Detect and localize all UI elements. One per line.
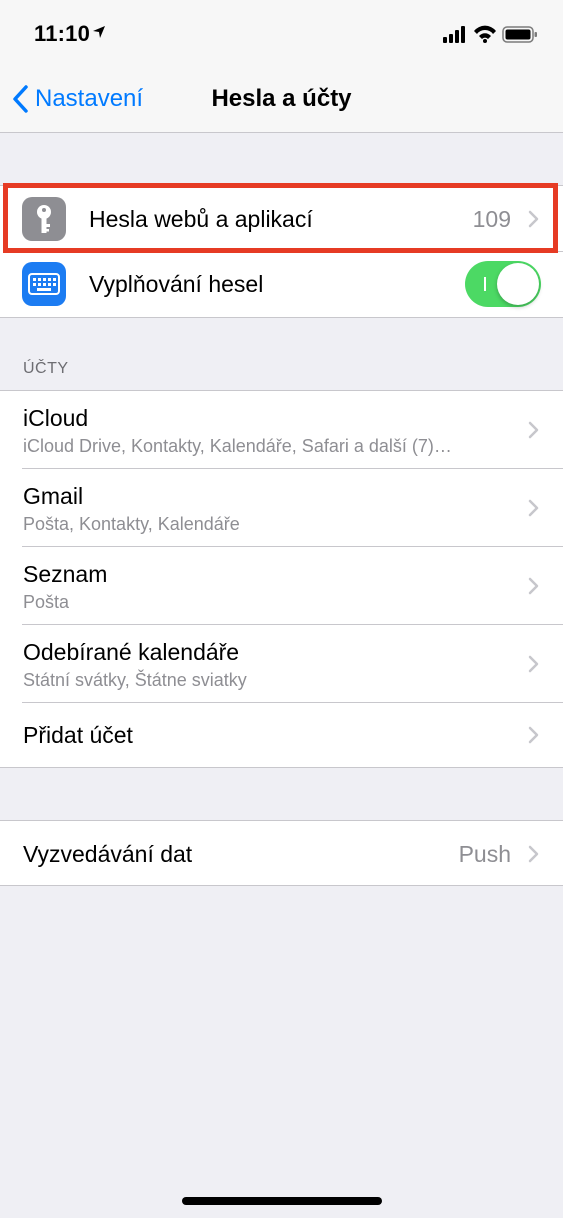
fetch-data-row[interactable]: Vyzvedávání dat Push [0, 821, 563, 885]
status-icons [443, 24, 539, 49]
keyboard-icon [22, 262, 66, 306]
account-detail: Státní svátky, Štátne sviatky [23, 670, 247, 690]
account-row-seznam[interactable]: Seznam Pošta [0, 547, 563, 625]
autofill-label: Vyplňování hesel [89, 271, 264, 297]
account-name: Seznam [23, 561, 108, 587]
account-name: Odebírané kalendáře [23, 639, 240, 665]
accounts-section-header: ÚČTY [23, 360, 69, 377]
chevron-right-icon [528, 421, 539, 439]
wifi-icon [474, 25, 496, 43]
add-account-row[interactable]: Přidat účet [0, 703, 563, 767]
status-bar: 11:10 [0, 0, 563, 66]
fetch-data-label: Vyzvedávání dat [23, 841, 193, 867]
add-account-label: Přidat účet [23, 722, 133, 748]
account-detail: iCloud Drive, Kontakty, Kalendáře, Safar… [23, 436, 452, 456]
accounts-group: iCloud iCloud Drive, Kontakty, Kalendáře… [0, 390, 563, 768]
page-title: Hesla a účty [211, 85, 352, 112]
autofill-row: Vyplňování hesel [0, 252, 563, 317]
account-name: Gmail [23, 483, 84, 509]
fetch-group: Vyzvedávání dat Push [0, 820, 563, 886]
chevron-right-icon [528, 499, 539, 517]
account-row-calendars[interactable]: Odebírané kalendáře Státní svátky, Štátn… [0, 625, 563, 703]
cellular-signal-icon [443, 26, 465, 43]
toggle-knob [497, 263, 539, 305]
chevron-right-icon [528, 577, 539, 595]
account-name: iCloud [23, 405, 89, 431]
account-row-gmail[interactable]: Gmail Pošta, Kontakty, Kalendáře [0, 469, 563, 547]
location-arrow-icon [92, 25, 106, 44]
highlight-frame [3, 183, 558, 253]
account-row-icloud[interactable]: iCloud iCloud Drive, Kontakty, Kalendáře… [0, 391, 563, 469]
chevron-right-icon [528, 726, 539, 744]
account-detail: Pošta, Kontakty, Kalendáře [23, 514, 240, 534]
status-time: 11:10 [34, 21, 91, 46]
account-detail: Pošta [23, 592, 70, 612]
fetch-data-value: Push [458, 841, 511, 867]
chevron-right-icon [528, 655, 539, 673]
home-indicator[interactable] [182, 1197, 382, 1205]
chevron-right-icon [528, 845, 539, 863]
navigation-bar: Nastavení Hesla a účty [0, 66, 563, 133]
battery-icon [502, 26, 537, 43]
autofill-toggle[interactable] [465, 261, 541, 307]
